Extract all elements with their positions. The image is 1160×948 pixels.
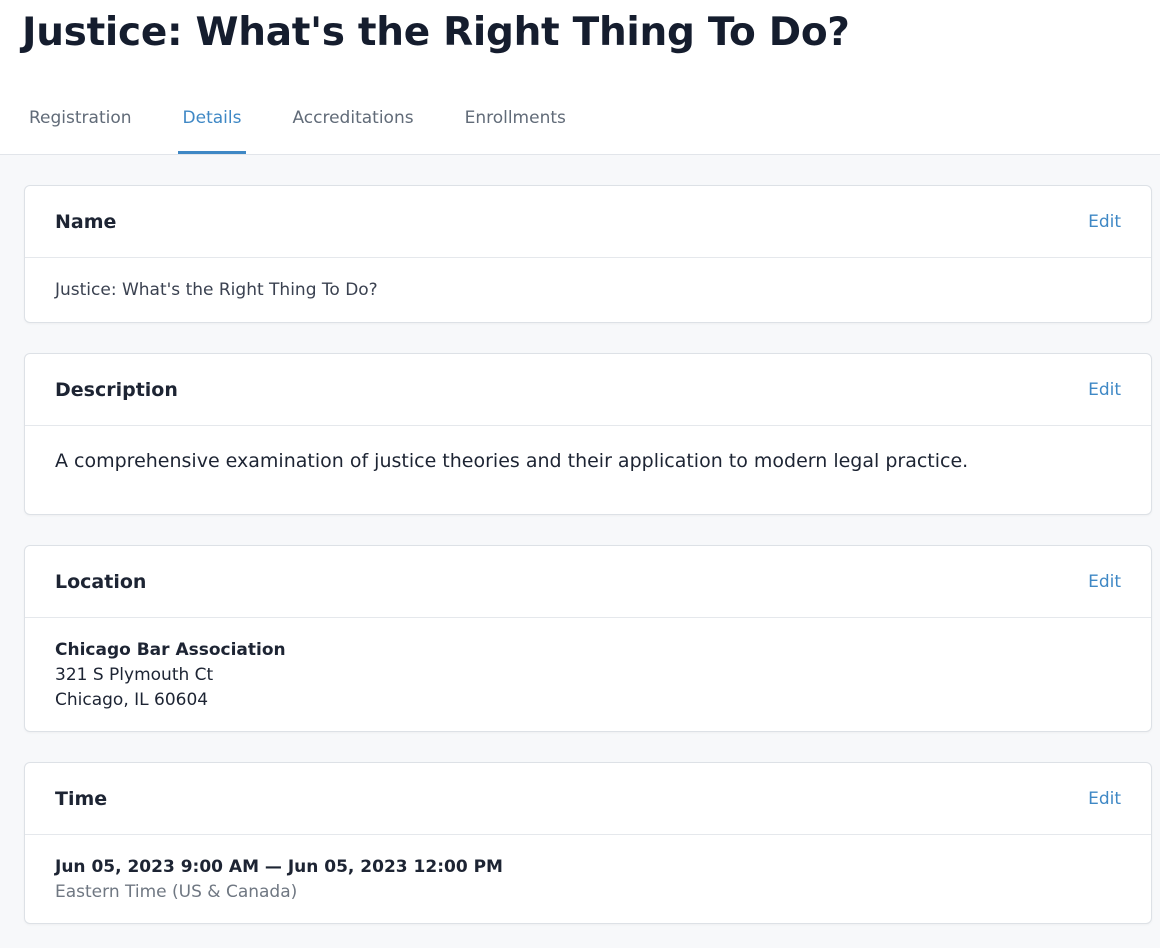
edit-name-button[interactable]: Edit bbox=[1088, 212, 1121, 232]
time-card: Time Edit Jun 05, 2023 9:00 AM — Jun 05,… bbox=[24, 762, 1152, 924]
tab-details[interactable]: Details bbox=[177, 96, 247, 154]
description-card: Description Edit A comprehensive examina… bbox=[24, 353, 1152, 515]
location-card-header: Location Edit bbox=[25, 546, 1151, 618]
location-card-title: Location bbox=[55, 570, 147, 593]
edit-time-button[interactable]: Edit bbox=[1088, 789, 1121, 809]
page-title: Justice: What's the Right Thing To Do? bbox=[22, 10, 850, 55]
description-card-body: A comprehensive examination of justice t… bbox=[25, 426, 1151, 514]
name-value: Justice: What's the Right Thing To Do? bbox=[55, 280, 378, 300]
details-content: Name Edit Justice: What's the Right Thin… bbox=[0, 155, 1160, 948]
name-card-title: Name bbox=[55, 210, 117, 233]
description-value: A comprehensive examination of justice t… bbox=[55, 450, 969, 472]
location-venue: Chicago Bar Association bbox=[55, 640, 286, 660]
time-card-header: Time Edit bbox=[25, 763, 1151, 835]
edit-description-button[interactable]: Edit bbox=[1088, 380, 1121, 400]
location-card-body: Chicago Bar Association 321 S Plymouth C… bbox=[25, 618, 1151, 731]
tab-bar: Registration Details Accreditations Enro… bbox=[0, 96, 566, 155]
tab-enrollments[interactable]: Enrollments bbox=[465, 96, 566, 154]
page-header: Justice: What's the Right Thing To Do? R… bbox=[0, 0, 1160, 155]
time-card-title: Time bbox=[55, 787, 108, 810]
name-card-header: Name Edit bbox=[25, 186, 1151, 258]
location-city: Chicago, IL 60604 bbox=[55, 690, 209, 710]
description-card-title: Description bbox=[55, 378, 178, 401]
edit-location-button[interactable]: Edit bbox=[1088, 572, 1121, 592]
time-range: Jun 05, 2023 9:00 AM — Jun 05, 2023 12:0… bbox=[55, 857, 503, 877]
name-card: Name Edit Justice: What's the Right Thin… bbox=[24, 185, 1152, 323]
description-card-header: Description Edit bbox=[25, 354, 1151, 426]
location-street: 321 S Plymouth Ct bbox=[55, 665, 214, 685]
time-zone: Eastern Time (US & Canada) bbox=[55, 882, 298, 902]
name-card-body: Justice: What's the Right Thing To Do? bbox=[25, 258, 1151, 322]
location-card: Location Edit Chicago Bar Association 32… bbox=[24, 545, 1152, 732]
tab-registration[interactable]: Registration bbox=[29, 96, 132, 154]
tab-accreditations[interactable]: Accreditations bbox=[292, 96, 413, 154]
time-card-body: Jun 05, 2023 9:00 AM — Jun 05, 2023 12:0… bbox=[25, 835, 1151, 923]
